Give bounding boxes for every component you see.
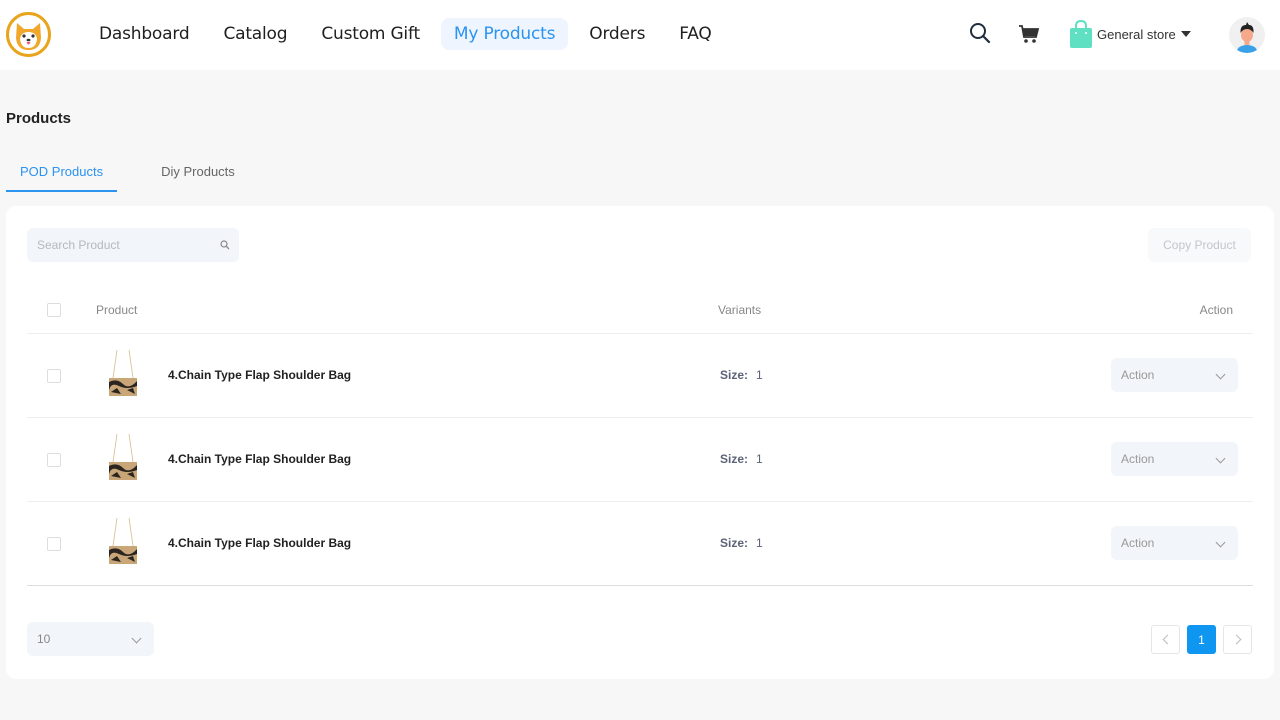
pagination: 1 xyxy=(1144,625,1252,654)
tab-pod-products[interactable]: POD Products xyxy=(6,156,118,192)
row-checkbox[interactable] xyxy=(47,369,61,383)
action-label: Action xyxy=(1121,368,1155,382)
chevron-down-icon xyxy=(1215,537,1226,547)
store-name: General store xyxy=(1097,26,1176,42)
page-size-value: 10 xyxy=(37,632,51,646)
product-name[interactable]: 4.Chain Type Flap Shoulder Bag xyxy=(168,368,351,382)
variant-value: 1 xyxy=(756,536,763,550)
caret-down-icon xyxy=(1180,31,1191,37)
action-dropdown[interactable]: Action xyxy=(1111,442,1238,476)
variant-value: 1 xyxy=(756,368,763,382)
action-dropdown[interactable]: Action xyxy=(1111,526,1238,560)
store-selector[interactable]: General store xyxy=(1070,20,1191,48)
nav-catalog[interactable]: Catalog xyxy=(210,18,300,50)
page-button-current[interactable]: 1 xyxy=(1187,625,1216,654)
table-row: 4.Chain Type Flap Shoulder Bag Size: 1 Ac… xyxy=(27,502,1253,586)
chevron-down-icon xyxy=(131,633,142,643)
column-product: Product xyxy=(96,303,138,317)
product-thumbnail[interactable] xyxy=(105,432,141,482)
shiba-logo-icon[interactable] xyxy=(6,12,51,57)
table-row: 4.Chain Type Flap Shoulder Bag Size: 1 Ac… xyxy=(27,418,1253,502)
table-header: Product Variants Action xyxy=(27,290,1253,334)
variant-value: 1 xyxy=(756,452,763,466)
main-nav: Dashboard Catalog Custom Gift My Product… xyxy=(86,18,733,50)
product-thumbnail[interactable] xyxy=(105,516,141,566)
chevron-down-icon xyxy=(1215,369,1226,379)
select-all-checkbox[interactable] xyxy=(47,303,61,317)
product-name[interactable]: 4.Chain Type Flap Shoulder Bag xyxy=(168,536,351,550)
copy-product-button[interactable]: Copy Product xyxy=(1148,228,1251,262)
variant-label: Size: xyxy=(720,368,749,382)
column-action: Action xyxy=(1199,303,1233,317)
page-size-select[interactable]: 10 xyxy=(27,622,154,656)
product-variants: Size: 1 xyxy=(720,368,763,382)
column-variants: Variants xyxy=(718,303,762,317)
page-title: Products xyxy=(6,110,72,127)
row-checkbox[interactable] xyxy=(47,453,61,467)
products-table: Product Variants Action 4.Chain Type Fla… xyxy=(27,290,1253,586)
chevron-left-icon xyxy=(1162,634,1172,645)
nav-dashboard[interactable]: Dashboard xyxy=(86,18,202,50)
product-variants: Size: 1 xyxy=(720,452,763,466)
top-navigation-bar: Dashboard Catalog Custom Gift My Product… xyxy=(0,0,1280,70)
product-variants: Size: 1 xyxy=(720,536,763,550)
row-checkbox[interactable] xyxy=(47,537,61,551)
nav-my-products[interactable]: My Products xyxy=(440,18,569,50)
search-field[interactable] xyxy=(27,228,239,262)
product-name[interactable]: 4.Chain Type Flap Shoulder Bag xyxy=(168,452,351,466)
nav-faq[interactable]: FAQ xyxy=(666,18,724,50)
product-tabs: POD Products Diy Products xyxy=(6,156,249,192)
product-thumbnail[interactable] xyxy=(105,348,141,398)
search-icon[interactable] xyxy=(220,240,230,250)
user-avatar[interactable] xyxy=(1229,17,1265,53)
cart-icon[interactable] xyxy=(1018,24,1040,44)
chevron-right-icon xyxy=(1231,634,1241,645)
search-icon[interactable] xyxy=(969,22,991,44)
shopping-bag-icon xyxy=(1070,20,1092,48)
tab-diy-products[interactable]: Diy Products xyxy=(147,156,249,192)
chevron-down-icon xyxy=(1215,453,1226,463)
variant-label: Size: xyxy=(720,452,749,466)
action-label: Action xyxy=(1121,536,1155,550)
products-card: Copy Product Product Variants Action 4.C… xyxy=(6,206,1274,679)
action-dropdown[interactable]: Action xyxy=(1111,358,1238,392)
search-input[interactable] xyxy=(37,238,212,252)
table-row: 4.Chain Type Flap Shoulder Bag Size: 1 Ac… xyxy=(27,334,1253,418)
action-label: Action xyxy=(1121,452,1155,466)
nav-orders[interactable]: Orders xyxy=(576,18,658,50)
prev-page-button[interactable] xyxy=(1151,625,1180,654)
nav-custom-gift[interactable]: Custom Gift xyxy=(308,18,433,50)
user-avatar-icon xyxy=(1237,22,1257,53)
variant-label: Size: xyxy=(720,536,749,550)
next-page-button[interactable] xyxy=(1223,625,1252,654)
